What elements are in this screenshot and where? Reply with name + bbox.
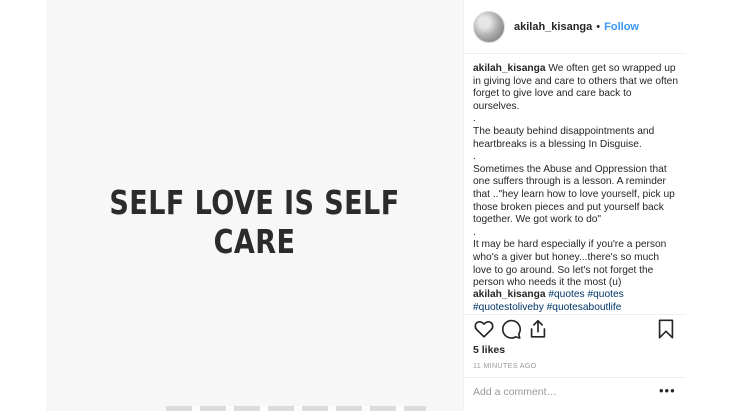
bookmark-icon[interactable] — [655, 318, 677, 340]
caption-paragraph: It may be hard especially if you're a pe… — [473, 239, 667, 289]
post-image-text: SELF LOVE IS SELF CARE — [109, 183, 400, 261]
hashtag-link[interactable]: #quotestoliveby — [473, 302, 544, 313]
header-separator: • — [596, 21, 601, 33]
comment-icon[interactable] — [500, 318, 522, 340]
post-side-panel: akilah_kisanga • Follow akilah_kisanga W… — [463, 0, 686, 411]
more-options-icon[interactable]: ••• — [659, 383, 676, 398]
comment-input[interactable] — [473, 386, 643, 398]
caption-paragraph: Sometimes the Abuse and Oppression that … — [473, 163, 675, 226]
hashtag-comment-username[interactable]: akilah_kisanga — [473, 289, 546, 300]
caption-paragraph: The beauty behind disappointments and he… — [473, 125, 655, 150]
post-timestamp[interactable]: 11 MINUTES AGO — [473, 361, 537, 370]
share-icon[interactable] — [527, 318, 549, 340]
likes-count[interactable]: 5 likes — [473, 344, 505, 356]
avatar[interactable] — [473, 11, 505, 43]
caption-dot: . — [473, 226, 476, 238]
post-image-bottom-edge — [166, 406, 426, 411]
header-divider — [464, 53, 686, 54]
comment-divider — [464, 377, 686, 378]
heart-icon[interactable] — [473, 318, 495, 340]
post-header: akilah_kisanga • Follow — [473, 10, 639, 44]
hashtag-comment: akilah_kisanga #quotes #quotes #quotesto… — [473, 289, 678, 314]
post-image[interactable]: SELF LOVE IS SELF CARE — [46, 0, 463, 411]
caption-dot: . — [473, 113, 476, 125]
caption-paragraph: akilah_kisanga We often get so wrapped u… — [473, 63, 678, 113]
action-bar — [473, 318, 677, 342]
hashtag-link[interactable]: #quotes — [548, 289, 584, 300]
caption-username[interactable]: akilah_kisanga — [473, 63, 546, 74]
hashtag-link[interactable]: #quotes — [587, 289, 623, 300]
follow-button[interactable]: Follow — [604, 21, 639, 33]
hashtag-link[interactable]: #quotesaboutlife — [547, 302, 622, 313]
caption: akilah_kisanga We often get so wrapped u… — [473, 63, 678, 290]
caption-dot: . — [473, 151, 476, 163]
header-username[interactable]: akilah_kisanga — [514, 21, 592, 33]
actions-divider — [464, 314, 686, 315]
